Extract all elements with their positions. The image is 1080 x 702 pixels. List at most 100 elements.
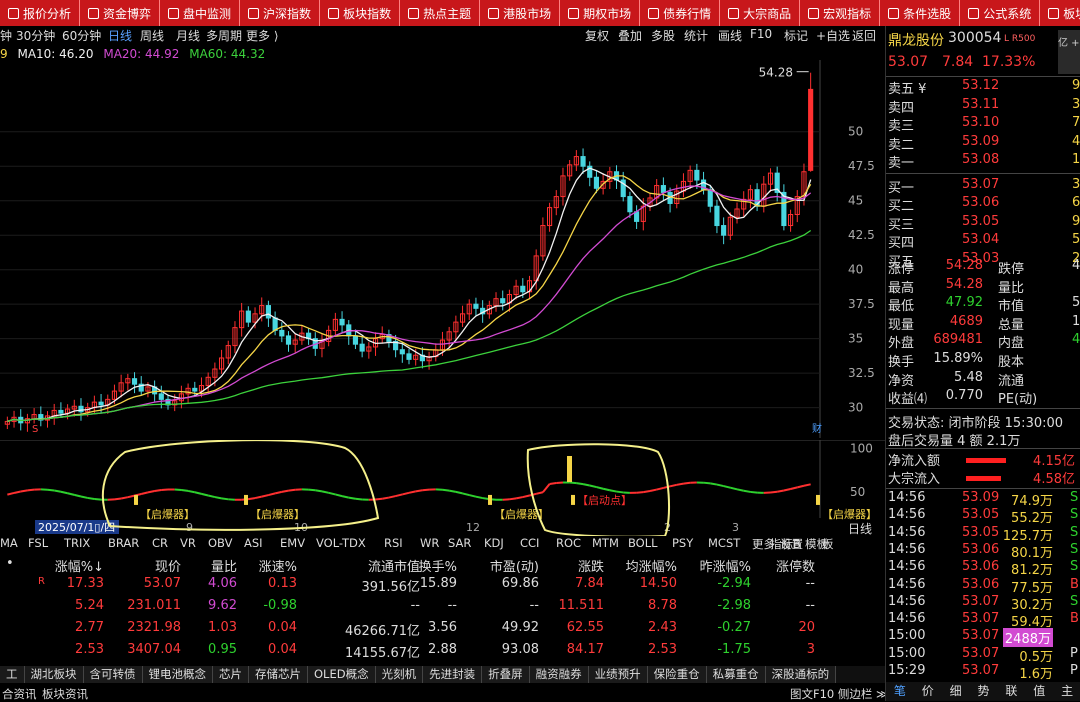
column-header[interactable]: 涨跌 — [578, 556, 604, 575]
indicator-option[interactable]: CR — [152, 536, 168, 550]
indicator-option[interactable]: KDJ — [484, 536, 504, 550]
orderbook-row[interactable]: 卖二53.094 — [886, 134, 1080, 153]
top-nav-item[interactable]: 板块 — [1040, 0, 1080, 26]
sector-tab[interactable]: 融资融券 — [530, 666, 589, 683]
column-header[interactable]: 涨速% — [259, 556, 297, 575]
toolbar-action[interactable]: 复权 — [585, 27, 609, 44]
column-header[interactable]: 昨涨幅% — [700, 556, 751, 575]
period-tab[interactable]: 日线 — [108, 27, 132, 44]
indicator-option[interactable]: OBV — [208, 536, 232, 550]
top-nav-item[interactable]: 板块指数 — [320, 0, 400, 26]
toolbar-action[interactable]: 标记 — [784, 27, 808, 44]
column-header[interactable]: 均涨幅% — [626, 556, 677, 575]
period-tab[interactable]: 多周期 — [206, 27, 242, 44]
sector-tab[interactable]: 芯片 — [213, 666, 249, 683]
period-tab[interactable]: 周线 — [140, 27, 164, 44]
sector-tab[interactable]: 湖北板块 — [25, 666, 84, 683]
footer-link-news[interactable]: 合资讯 — [2, 686, 37, 702]
detail-tab[interactable]: 价 — [914, 682, 942, 701]
indicator-menu-button[interactable]: 指标B — [770, 536, 801, 552]
toolbar-action[interactable]: 多股 — [651, 27, 675, 44]
toolbar-action[interactable]: 画线 — [718, 27, 742, 44]
toolbar-action[interactable]: 返回 — [852, 27, 876, 44]
sector-tab[interactable]: 业绩预升 — [589, 666, 648, 683]
sector-tab[interactable]: 折叠屏 — [482, 666, 530, 683]
indicator-option[interactable]: FSL — [28, 536, 48, 550]
candlestick-chart[interactable]: 5047.54542.54037.53532.53054.28S财 — [0, 60, 885, 438]
table-row[interactable]: 2.772321.981.030.0446266.71亿3.5649.9262.… — [0, 618, 885, 638]
indicator-option[interactable]: SAR — [448, 536, 471, 550]
period-tab[interactable]: 更多 ⟩ — [246, 27, 279, 44]
column-header[interactable]: 流通市值 — [368, 556, 420, 575]
indicator-option[interactable]: PSY — [672, 536, 693, 550]
detail-tab[interactable]: 笔 — [886, 682, 914, 701]
indicator-menu-button[interactable]: 板 — [822, 536, 834, 552]
sector-tab[interactable]: 先进封装 — [423, 666, 482, 683]
toolbar-action[interactable]: 统计 — [684, 27, 708, 44]
orderbook-row[interactable]: 卖一53.0817 — [886, 152, 1080, 171]
sector-tab[interactable]: OLED概念 — [308, 666, 376, 683]
top-nav-item[interactable]: 条件选股 — [880, 0, 960, 26]
top-nav-item[interactable]: 沪深指数 — [240, 0, 320, 26]
toolbar-action[interactable]: +自选 — [816, 27, 850, 44]
period-tab[interactable]: 月线 — [176, 27, 200, 44]
top-nav-item[interactable]: 公式系统 — [960, 0, 1040, 26]
indicator-option[interactable]: BOLL — [628, 536, 658, 550]
sector-tab[interactable]: 工 — [0, 666, 25, 683]
orderbook-row[interactable]: 买一53.0736 — [886, 177, 1080, 196]
sector-tab[interactable]: 含可转债 — [84, 666, 143, 683]
top-nav-item[interactable]: 宏观指标 — [800, 0, 880, 26]
indicator-panel[interactable]: 10050【启爆器】【启爆器】【启爆器】【启动点】【启爆器】2025/07/1▯… — [0, 440, 885, 536]
sector-tab[interactable]: 存储芯片 — [249, 666, 308, 683]
sector-tab[interactable]: 保险重仓 — [648, 666, 707, 683]
column-header[interactable]: 涨幅%↓ — [55, 556, 104, 575]
top-nav-item[interactable]: 资金博弈 — [80, 0, 160, 26]
detail-tab[interactable]: 势 — [970, 682, 998, 701]
orderbook-row[interactable]: 卖五 ¥53.129 — [886, 78, 1080, 97]
sector-tab[interactable]: 锂电池概念 — [143, 666, 214, 683]
top-nav-item[interactable]: 报价分析 — [0, 0, 80, 26]
period-tab[interactable]: 60分钟 — [62, 27, 101, 44]
indicator-option[interactable]: MA — [0, 536, 18, 550]
period-tab[interactable]: 30分钟 — [16, 27, 55, 44]
orderbook-row[interactable]: 卖四53.113 — [886, 97, 1080, 116]
top-nav-item[interactable]: 大宗商品 — [720, 0, 800, 26]
sector-tab[interactable]: 光刻机 — [376, 666, 424, 683]
sector-tab[interactable]: 私募重仓 — [707, 666, 766, 683]
indicator-option[interactable]: VR — [180, 536, 196, 550]
detail-tab[interactable]: 细 — [942, 682, 970, 701]
indicator-option[interactable]: BRAR — [108, 536, 139, 550]
column-header[interactable]: 量比 — [211, 556, 237, 575]
indicator-option[interactable]: ASI — [244, 536, 263, 550]
indicator-option[interactable]: TRIX — [64, 536, 90, 550]
top-nav-item[interactable]: 热点主题 — [400, 0, 480, 26]
footer-side-toggle[interactable]: 图文F10 侧边栏 ≫ — [790, 686, 888, 702]
indicator-option[interactable]: RSI — [384, 536, 403, 550]
column-header[interactable]: 市盈(动) — [490, 556, 539, 575]
top-nav-item[interactable]: 盘中监测 — [160, 0, 240, 26]
indicator-option[interactable]: VOL-TDX — [316, 536, 366, 550]
indicator-option[interactable]: MTM — [592, 536, 619, 550]
finance-marker[interactable]: 财 — [812, 422, 822, 435]
detail-tab[interactable]: 主 — [1053, 682, 1080, 701]
top-nav-item[interactable]: 期权市场 — [560, 0, 640, 26]
orderbook-row[interactable]: 买二53.066 — [886, 195, 1080, 214]
orderbook-row[interactable]: 卖三53.107 — [886, 115, 1080, 134]
column-header[interactable]: 涨停数 — [776, 556, 815, 575]
sector-tab[interactable]: 深股通标的 — [766, 666, 837, 683]
toolbar-action[interactable]: F10 — [750, 27, 772, 41]
table-row[interactable]: R17.3353.074.060.13391.56亿15.8969.867.84… — [0, 574, 885, 594]
indicator-option[interactable]: CCI — [520, 536, 539, 550]
table-row[interactable]: 2.533407.040.950.0414155.67亿2.8893.0884.… — [0, 640, 885, 660]
top-nav-item[interactable]: 港股市场 — [480, 0, 560, 26]
indicator-option[interactable]: WR — [420, 536, 439, 550]
indicator-option[interactable]: ROC — [556, 536, 581, 550]
indicator-option[interactable]: EMV — [280, 536, 305, 550]
footer-link-sector-news[interactable]: 板块资讯 — [42, 686, 88, 702]
top-nav-item[interactable]: 债券行情 — [640, 0, 720, 26]
period-tab[interactable]: 钟 — [0, 27, 12, 44]
orderbook-row[interactable]: 买三53.059 — [886, 214, 1080, 233]
orderbook-row[interactable]: 买四53.045 — [886, 232, 1080, 251]
toolbar-action[interactable]: 叠加 — [618, 27, 642, 44]
table-row[interactable]: 5.24231.0119.62-0.98------11.5118.78-2.9… — [0, 596, 885, 616]
